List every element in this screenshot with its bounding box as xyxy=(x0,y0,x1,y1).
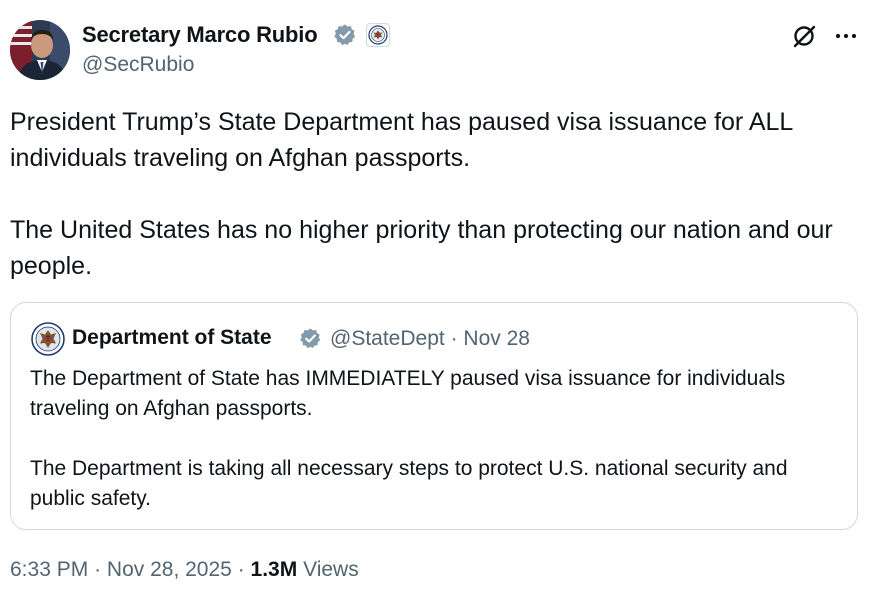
more-options-icon[interactable] xyxy=(832,22,860,50)
views-count[interactable]: 1.3M xyxy=(251,558,298,581)
quote-author-name[interactable]: Department of State xyxy=(72,326,272,350)
author-avatar[interactable] xyxy=(10,20,70,80)
quoted-tweet-card[interactable]: Department of State @StateDept · Nov 28 … xyxy=(10,302,858,530)
quote-paragraph: The Department of State has IMMEDIATELY … xyxy=(30,367,786,420)
verified-badge-icon[interactable] xyxy=(333,23,357,47)
tweet-footer: 6:33 PM · Nov 28, 2025 · 1.3M Views xyxy=(10,558,359,582)
views-label[interactable]: Views xyxy=(303,558,359,581)
tweet-paragraph: The United States has no higher priority… xyxy=(10,216,833,280)
separator: · xyxy=(94,558,102,581)
author-name[interactable]: Secretary Marco Rubio xyxy=(82,22,318,48)
quote-text: The Department of State has IMMEDIATELY … xyxy=(30,364,840,514)
quote-author-handle[interactable]: @StateDept xyxy=(330,327,445,350)
tweet-date[interactable]: Nov 28, 2025 xyxy=(107,558,232,581)
state-department-seal-icon[interactable] xyxy=(366,23,390,47)
separator: · xyxy=(450,327,458,350)
quote-author-avatar[interactable] xyxy=(31,322,65,356)
quote-verified-badge-icon xyxy=(299,327,322,350)
tweet-text: President Trump’s State Department has p… xyxy=(10,104,860,284)
tweet: Secretary Marco Rubio @SecRubio Presiden… xyxy=(0,0,876,594)
quote-date[interactable]: Nov 28 xyxy=(463,327,530,350)
grok-icon[interactable] xyxy=(791,22,819,50)
quote-meta: @StateDept · Nov 28 xyxy=(330,327,530,351)
author-handle[interactable]: @SecRubio xyxy=(82,53,194,77)
tweet-paragraph: President Trump’s State Department has p… xyxy=(10,108,793,172)
tweet-time[interactable]: 6:33 PM xyxy=(10,558,88,581)
separator: · xyxy=(237,558,245,581)
quote-paragraph: The Department is taking all necessary s… xyxy=(30,457,788,510)
